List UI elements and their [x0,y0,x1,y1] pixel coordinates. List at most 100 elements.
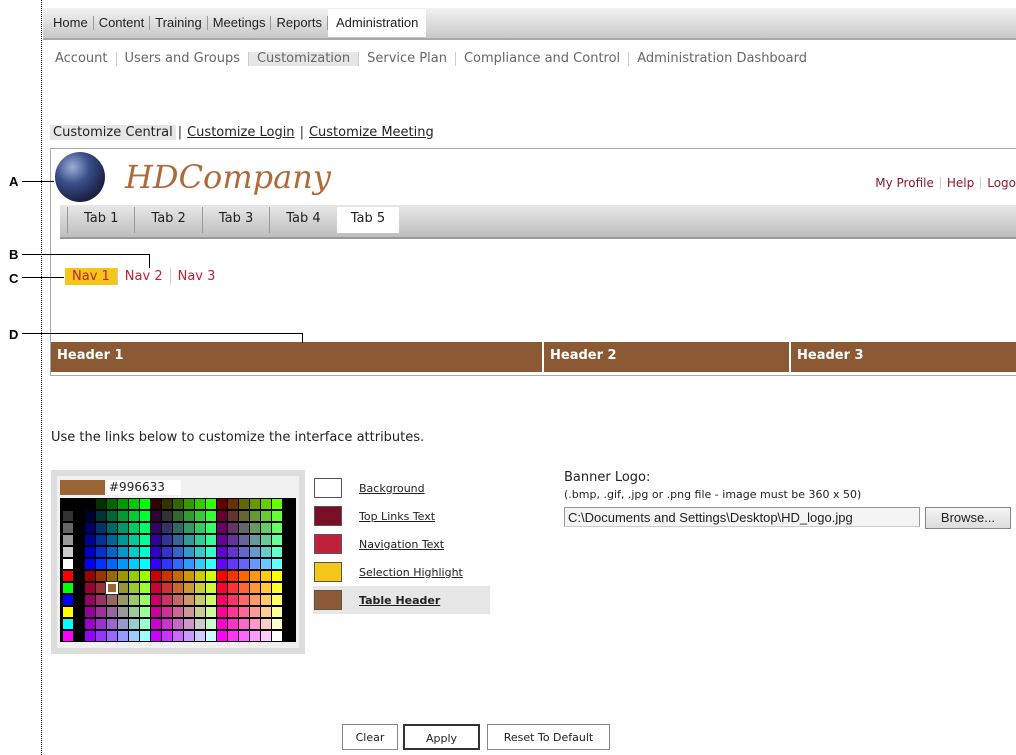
color-cell[interactable] [261,571,271,581]
color-cell[interactable] [140,535,150,545]
attr-label[interactable]: Navigation Text [359,538,444,551]
color-cell[interactable] [96,595,106,605]
color-cell[interactable] [228,619,238,629]
color-cell[interactable] [151,571,161,581]
color-cell[interactable] [206,499,216,509]
color-cell[interactable] [217,619,227,629]
color-cell[interactable] [173,571,183,581]
color-cell[interactable] [151,583,161,593]
help-link[interactable]: Help [941,177,982,189]
color-cell[interactable] [118,535,128,545]
color-cell[interactable] [184,511,194,521]
color-cell[interactable] [74,571,84,581]
color-cell[interactable] [250,559,260,569]
attr-label[interactable]: Background [359,482,425,495]
color-cell[interactable] [261,511,271,521]
color-cell[interactable] [184,631,194,641]
color-cell[interactable] [107,535,117,545]
color-cell[interactable] [85,607,95,617]
attr-label[interactable]: Table Header [359,594,440,607]
color-cell[interactable] [261,583,271,593]
attr-selection-highlight[interactable]: Selection Highlight [313,558,490,586]
color-cell[interactable] [118,511,128,521]
color-cell[interactable] [129,511,139,521]
color-cell[interactable] [228,547,238,557]
color-cell[interactable] [250,571,260,581]
color-cell[interactable] [140,559,150,569]
color-cell[interactable] [140,595,150,605]
color-cell[interactable] [96,631,106,641]
color-cell[interactable] [206,571,216,581]
color-cell[interactable] [129,523,139,533]
color-cell[interactable] [272,547,282,557]
color-cell[interactable] [239,571,249,581]
color-cell[interactable] [63,595,73,605]
color-cell[interactable] [151,535,161,545]
clear-button[interactable]: Clear [342,724,398,750]
color-cell[interactable] [162,619,172,629]
color-cell[interactable] [250,523,260,533]
color-cell[interactable] [173,607,183,617]
color-cell[interactable] [206,559,216,569]
color-cell[interactable] [206,631,216,641]
color-cell[interactable] [184,499,194,509]
color-cell[interactable] [239,619,249,629]
submenu-compliance[interactable]: Compliance and Control [456,52,630,66]
attr-top-links-text[interactable]: Top Links Text [313,502,490,530]
banner-file-input[interactable]: C:\Documents and Settings\Desktop\HD_log… [564,507,920,527]
menu-administration[interactable]: Administration [328,9,427,37]
attr-background[interactable]: Background [313,474,490,502]
color-cell[interactable] [162,511,172,521]
color-cell[interactable] [217,499,227,509]
color-cell[interactable] [173,631,183,641]
color-cell[interactable] [96,559,106,569]
color-cell[interactable] [239,511,249,521]
color-cell[interactable] [173,499,183,509]
color-cell[interactable] [272,607,282,617]
color-cell[interactable] [261,595,271,605]
color-cell[interactable] [63,571,73,581]
tab-5[interactable]: Tab 5 [336,207,400,233]
color-cell[interactable] [217,547,227,557]
color-cell[interactable] [228,511,238,521]
color-cell[interactable] [228,631,238,641]
color-cell[interactable] [261,607,271,617]
color-cell[interactable] [184,559,194,569]
color-cell[interactable] [85,595,95,605]
color-cell[interactable] [63,547,73,557]
color-cell[interactable] [206,619,216,629]
customize-login-link[interactable]: Customize Login [184,125,297,140]
color-cell[interactable] [228,583,238,593]
color-cell[interactable] [184,547,194,557]
color-cell[interactable] [96,583,106,593]
submenu-customization[interactable]: Customization [248,52,360,66]
my-profile-link[interactable]: My Profile [869,177,941,189]
color-cell[interactable] [195,559,205,569]
color-cell[interactable] [85,499,95,509]
color-cell[interactable] [74,511,84,521]
color-cell[interactable] [151,511,161,521]
color-cell[interactable] [261,499,271,509]
color-cell[interactable] [184,583,194,593]
color-cell[interactable] [118,619,128,629]
color-cell[interactable] [151,607,161,617]
color-cell[interactable] [140,631,150,641]
color-cell[interactable] [195,619,205,629]
color-cell[interactable] [261,523,271,533]
submenu-users-groups[interactable]: Users and Groups [117,52,249,66]
attr-table-header[interactable]: Table Header [313,586,490,614]
color-cell[interactable] [261,547,271,557]
color-cell[interactable] [162,499,172,509]
color-cell[interactable] [63,583,73,593]
color-cell[interactable] [74,535,84,545]
color-cell[interactable] [140,511,150,521]
color-cell[interactable] [129,499,139,509]
color-cell[interactable] [162,607,172,617]
color-cell[interactable] [239,499,249,509]
tab-4[interactable]: Tab 4 [269,207,336,233]
color-cell[interactable] [206,595,216,605]
color-cell[interactable] [85,547,95,557]
color-cell[interactable] [162,559,172,569]
menu-home[interactable]: Home [43,16,94,30]
color-cell[interactable] [107,547,117,557]
